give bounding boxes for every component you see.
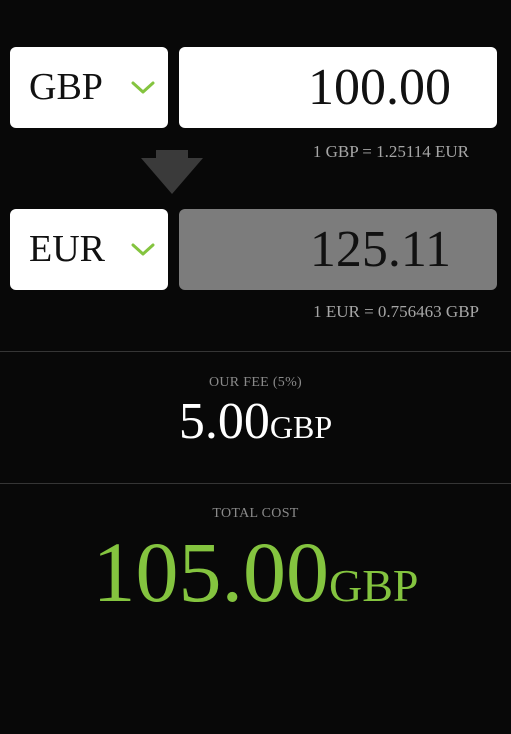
from-currency-code: GBP [29, 66, 103, 108]
fee-currency: GBP [269, 409, 333, 445]
to-rate-text: 1 EUR = 0.756463 GBP [313, 302, 479, 321]
total-currency: GBP [329, 560, 419, 611]
to-currency-select[interactable]: EUR [10, 209, 168, 290]
from-rate-text: 1 GBP = 1.25114 EUR [312, 142, 469, 161]
chevron-down-icon[interactable] [130, 77, 156, 97]
from-amount-input[interactable] [179, 47, 451, 128]
total-label: TOTAL COST [212, 506, 299, 521]
from-currency-select[interactable]: GBP [10, 47, 168, 128]
divider [0, 483, 511, 484]
divider [0, 351, 511, 352]
arrow-down-icon [141, 150, 203, 194]
fee-value: 5.00 [178, 393, 270, 450]
from-amount-field[interactable] [179, 47, 497, 128]
fee-label: OUR FEE (5%) [208, 375, 303, 390]
chevron-down-icon[interactable] [130, 239, 156, 259]
to-amount-field: 125.11 [179, 209, 497, 290]
fee-amount: 5.00GBP [0, 392, 511, 451]
to-currency-code: EUR [29, 228, 105, 270]
total-value: 105.00 [92, 524, 330, 620]
to-amount-value: 125.11 [309, 221, 451, 278]
total-amount: 105.00GBP [0, 522, 511, 622]
